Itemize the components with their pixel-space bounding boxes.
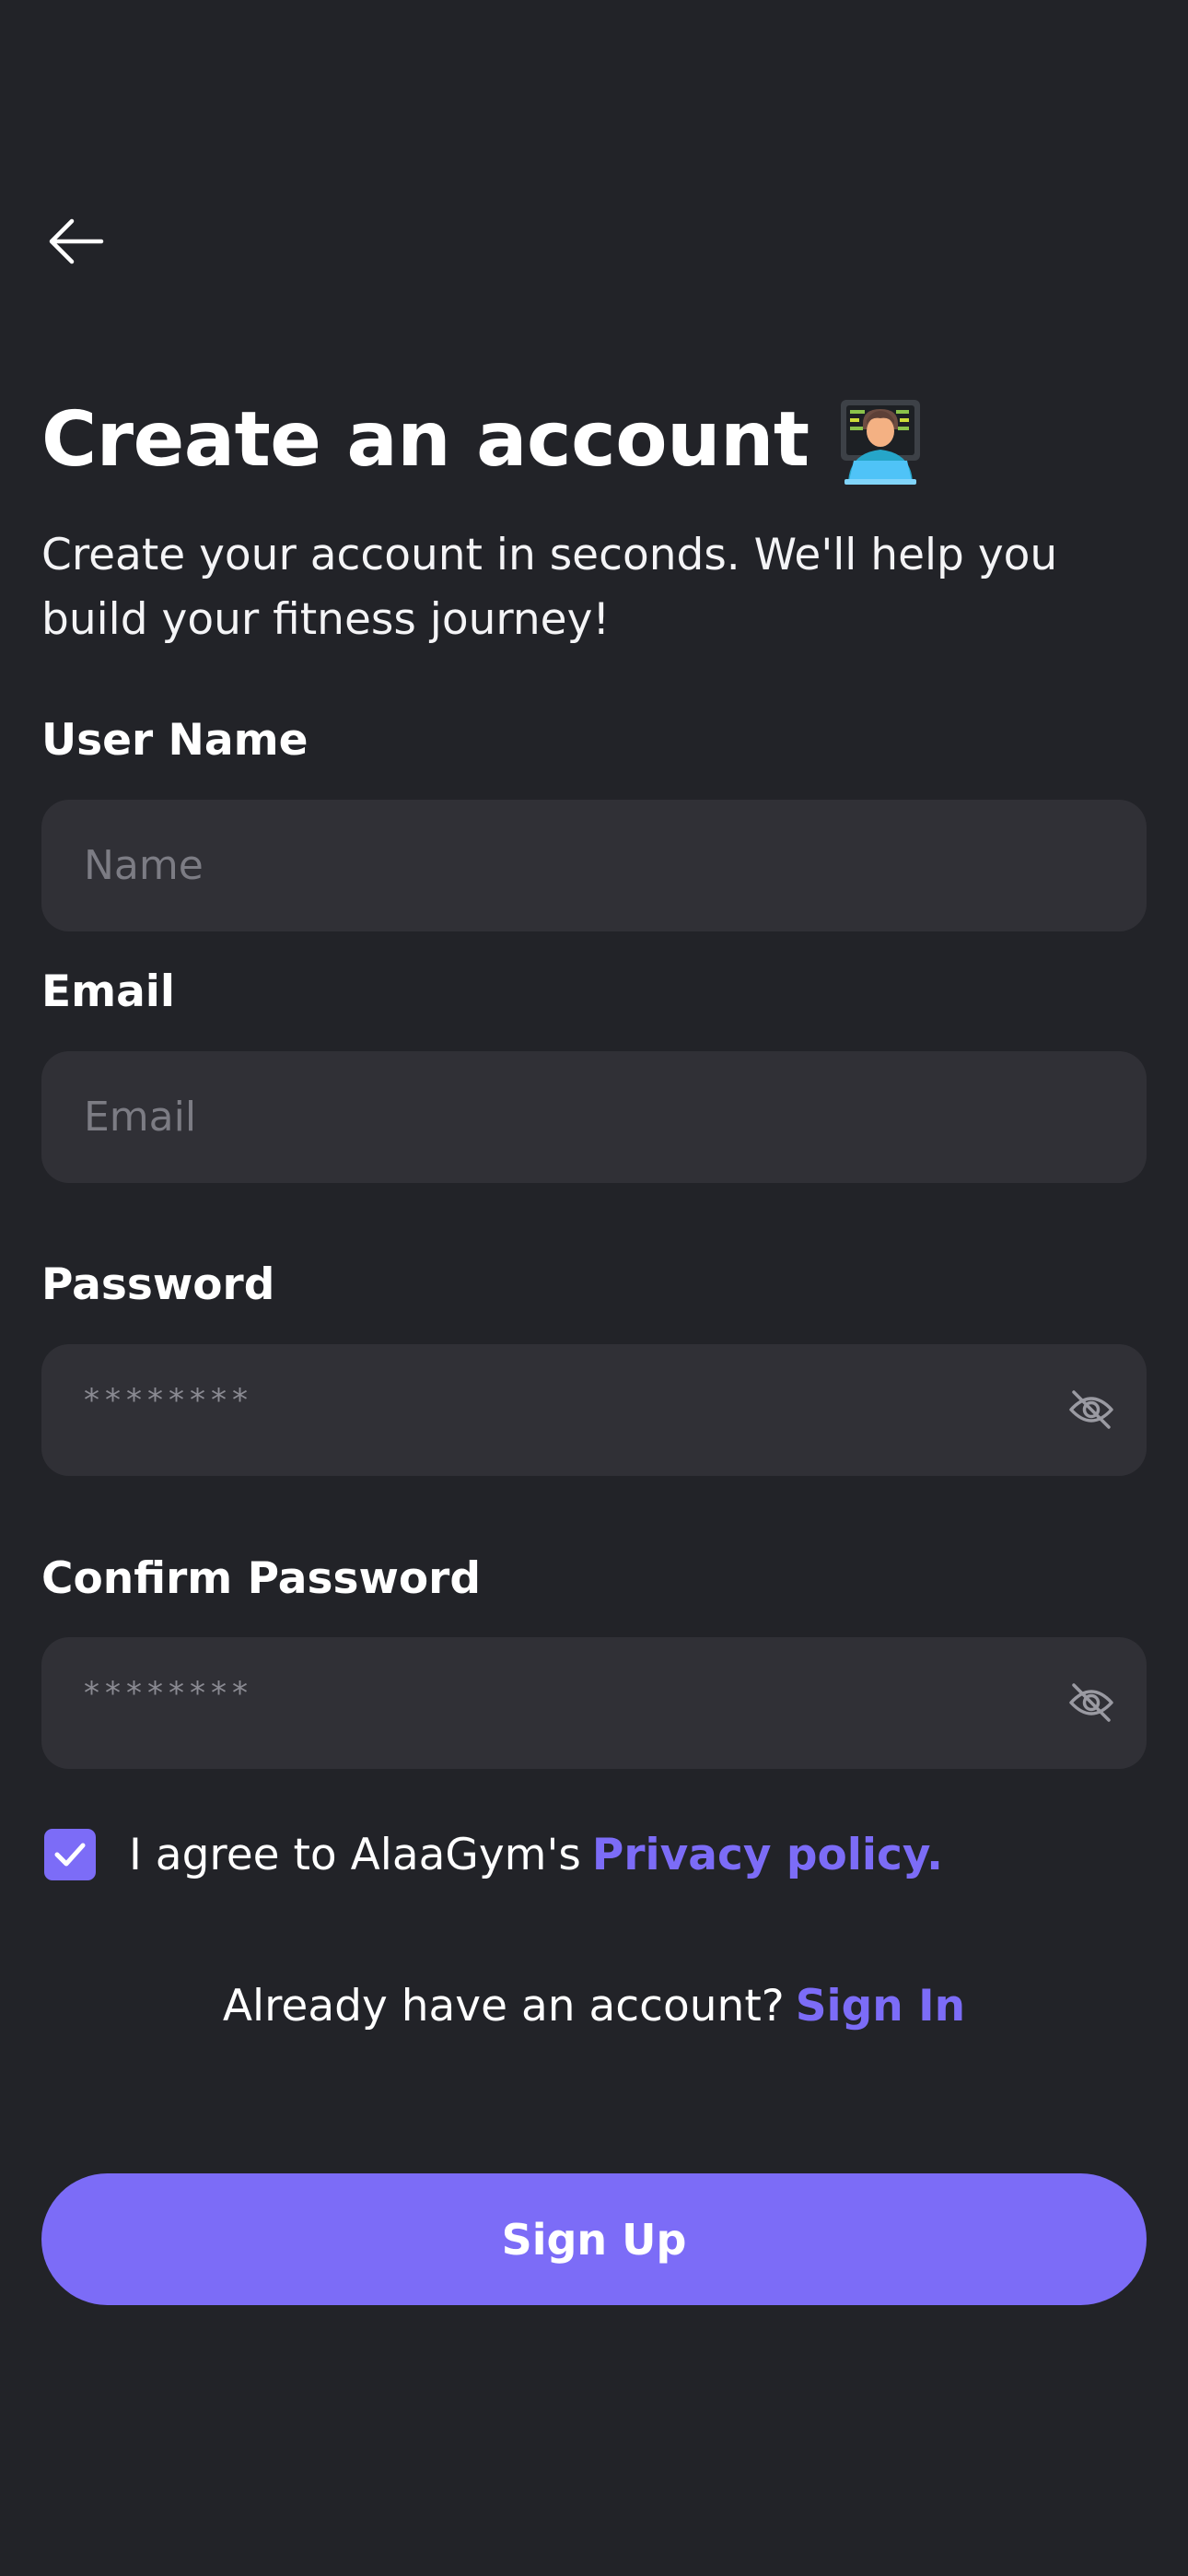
password-input[interactable]	[41, 1344, 1147, 1476]
privacy-policy-link[interactable]: Privacy policy.	[592, 1830, 943, 1880]
username-input[interactable]	[41, 800, 1147, 931]
email-input[interactable]	[41, 1051, 1147, 1183]
privacy-agreement-checkbox[interactable]	[44, 1829, 96, 1880]
signin-link[interactable]: Sign In	[796, 1981, 965, 2032]
technologist-emoji-icon	[835, 396, 926, 485]
privacy-agreement-row: I agree to AlaaGym's Privacy policy.	[44, 1829, 943, 1880]
eye-off-icon	[1069, 1390, 1113, 1429]
confirm-password-field-container	[41, 1637, 1147, 1769]
arrow-left-icon	[49, 218, 104, 264]
confirm-password-input[interactable]	[41, 1637, 1147, 1769]
confirm-password-label: Confirm Password	[41, 1553, 481, 1604]
back-button[interactable]	[42, 208, 109, 275]
email-field-container	[41, 1051, 1147, 1183]
eye-off-icon	[1069, 1683, 1113, 1722]
page-subtitle: Create your account in seconds. We'll he…	[41, 530, 1058, 645]
sign-up-button[interactable]: Sign Up	[41, 2173, 1147, 2305]
checkmark-icon	[54, 1843, 86, 1867]
signin-prompt-row: Already have an account? Sign In	[0, 1981, 1188, 2032]
username-label: User Name	[41, 715, 309, 766]
title-row: Create an account	[41, 394, 926, 486]
password-label: Password	[41, 1259, 275, 1310]
page-title: Create an account	[41, 396, 809, 484]
password-field-container	[41, 1344, 1147, 1476]
confirm-password-visibility-toggle[interactable]	[1067, 1680, 1115, 1725]
password-visibility-toggle[interactable]	[1067, 1388, 1115, 1432]
username-field-container	[41, 800, 1147, 931]
email-label: Email	[41, 966, 176, 1017]
privacy-agreement-text: I agree to AlaaGym's	[129, 1829, 581, 1880]
signin-prompt-text: Already have an account?	[222, 1981, 785, 2032]
